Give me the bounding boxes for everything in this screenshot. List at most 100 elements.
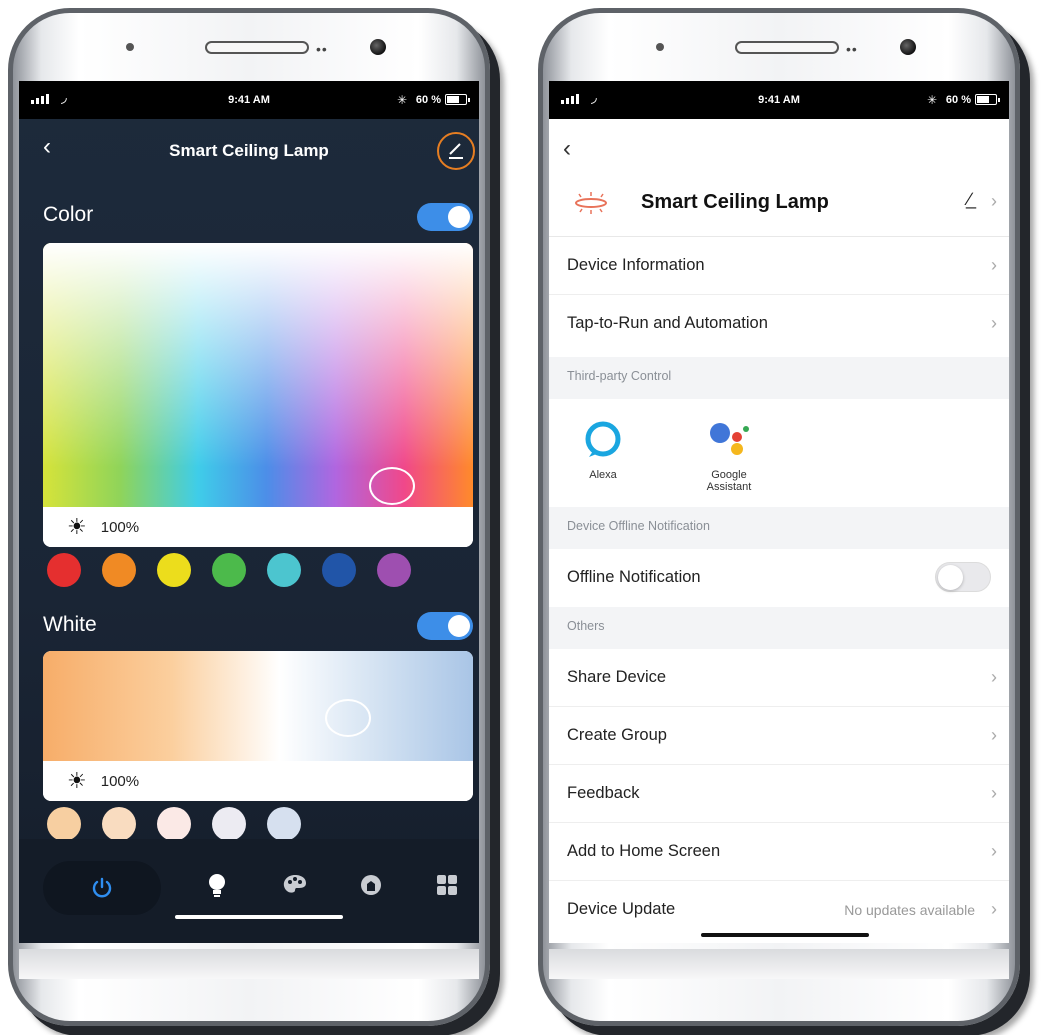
scene-icon (361, 875, 381, 895)
section-header-label: Device Offline Notification (567, 519, 710, 533)
home-indicator[interactable] (175, 915, 343, 919)
white-temperature-spectrum[interactable] (43, 651, 473, 761)
bluetooth-icon: ✳ (926, 93, 937, 107)
tab-palette[interactable] (281, 871, 309, 899)
edit-pencil-icon[interactable]: ∕̲ (968, 189, 971, 210)
row-label: Add to Home Screen (567, 842, 721, 860)
phone-frame-right: •• ◞ 9:41 AM ✳ 60 % ‹ Smart Ceiling Lamp… (538, 8, 1020, 1026)
row-tap-to-run[interactable]: Tap-to-Run and Automation › (549, 295, 1009, 353)
device-name: Smart Ceiling Lamp (641, 191, 829, 213)
row-label: Device Update (567, 900, 676, 918)
row-create-group[interactable]: Create Group › (549, 707, 1009, 765)
battery-percent: 60 % (945, 94, 971, 106)
section-header-label: Third-party Control (567, 369, 672, 383)
device-header[interactable]: Smart Ceiling Lamp ∕̲ › (549, 171, 1009, 237)
row-label: Create Group (567, 726, 667, 744)
white-swatch-1[interactable] (47, 807, 81, 841)
speaker-dots: •• (316, 41, 328, 57)
row-share-device[interactable]: Share Device › (549, 649, 1009, 707)
row-device-update[interactable]: Device Update No updates available › (549, 881, 1009, 939)
white-brightness-value: 100% (100, 772, 140, 790)
white-brightness-slider[interactable]: ☀ 100% (43, 761, 473, 801)
front-camera (900, 39, 916, 55)
chevron-right-icon: › (991, 725, 997, 745)
edit-pencil-icon (449, 143, 463, 159)
phone-chin (549, 949, 1009, 979)
bluetooth-icon: ✳ (396, 93, 407, 107)
chevron-right-icon: › (991, 667, 997, 687)
chevron-right-icon: › (991, 191, 997, 211)
white-swatch-3[interactable] (157, 807, 191, 841)
google-assistant-label: Google Assistant (706, 469, 752, 494)
row-add-to-home-screen[interactable]: Add to Home Screen › (549, 823, 1009, 881)
color-swatch-2[interactable] (102, 553, 136, 587)
white-swatch-5[interactable] (267, 807, 301, 841)
color-brightness-value: 100% (100, 518, 140, 536)
alexa-label: Alexa (589, 469, 617, 481)
row-label: Feedback (567, 784, 640, 802)
section-third-party: Third-party Control (549, 357, 1009, 399)
brightness-icon: ☀ (67, 514, 87, 539)
bottom-tab-bar (19, 839, 479, 943)
tab-power[interactable] (43, 861, 161, 915)
color-swatches (47, 553, 411, 587)
color-section-label: Color (43, 203, 94, 226)
color-swatch-1[interactable] (47, 553, 81, 587)
color-swatch-4[interactable] (212, 553, 246, 587)
grid-icon (437, 875, 457, 895)
white-toggle[interactable] (417, 612, 473, 640)
palette-icon (283, 875, 306, 893)
google-assistant-button[interactable]: Google Assistant (689, 417, 769, 493)
google-assistant-icon (710, 423, 749, 455)
phone-chin (19, 949, 479, 979)
back-button[interactable]: ‹ (563, 135, 571, 163)
third-party-list: Alexa Google Assistant (549, 399, 1009, 507)
color-spectrum[interactable] (43, 243, 473, 507)
color-picker-handle[interactable] (369, 467, 415, 505)
offline-notification-toggle[interactable] (935, 562, 991, 592)
proximity-sensor (656, 43, 664, 51)
row-feedback[interactable]: Feedback › (549, 765, 1009, 823)
brightness-icon: ☀ (67, 768, 87, 793)
chevron-right-icon: › (991, 783, 997, 803)
status-bar: ◞ 9:41 AM ✳ 60 % (19, 81, 479, 119)
row-label: Tap-to-Run and Automation (567, 314, 768, 332)
color-toggle[interactable] (417, 203, 473, 231)
color-swatch-3[interactable] (157, 553, 191, 587)
white-swatch-4[interactable] (212, 807, 246, 841)
chevron-right-icon: › (991, 313, 997, 333)
battery-icon (445, 94, 470, 105)
edit-button[interactable] (437, 132, 475, 170)
white-swatch-2[interactable] (102, 807, 136, 841)
color-brightness-slider[interactable]: ☀ 100% (43, 507, 473, 547)
alexa-button[interactable]: Alexa (563, 417, 643, 481)
color-swatch-7[interactable] (377, 553, 411, 587)
row-label: Device Information (567, 256, 705, 274)
tab-scene[interactable] (357, 871, 385, 899)
bulb-icon (209, 874, 225, 897)
lamp-control-screen: ◞ 9:41 AM ✳ 60 % ‹ Smart Ceiling Lamp Co… (19, 81, 479, 943)
section-others: Others (549, 607, 1009, 649)
update-status-value: No updates available (844, 902, 975, 918)
white-section-label: White (43, 613, 97, 636)
row-device-information[interactable]: Device Information › (549, 237, 1009, 295)
section-offline: Device Offline Notification (549, 507, 1009, 549)
tab-bulb[interactable] (203, 871, 231, 899)
white-picker-handle[interactable] (325, 699, 371, 737)
row-label: Offline Notification (567, 568, 701, 586)
color-picker-card: ☀ 100% (43, 243, 473, 547)
battery-percent: 60 % (415, 94, 441, 106)
power-icon (92, 877, 112, 898)
color-swatch-5[interactable] (267, 553, 301, 587)
color-swatch-6[interactable] (322, 553, 356, 587)
front-camera (370, 39, 386, 55)
chevron-right-icon: › (991, 899, 997, 919)
row-offline-notification: Offline Notification (549, 549, 1009, 607)
device-settings-screen: ◞ 9:41 AM ✳ 60 % ‹ Smart Ceiling Lamp ∕̲… (549, 81, 1009, 943)
home-indicator[interactable] (701, 933, 869, 937)
tab-grid[interactable] (433, 871, 461, 899)
earpiece-speaker (205, 41, 309, 54)
chevron-right-icon: › (991, 255, 997, 275)
page-title: Smart Ceiling Lamp (169, 141, 329, 160)
row-label: Share Device (567, 668, 667, 686)
